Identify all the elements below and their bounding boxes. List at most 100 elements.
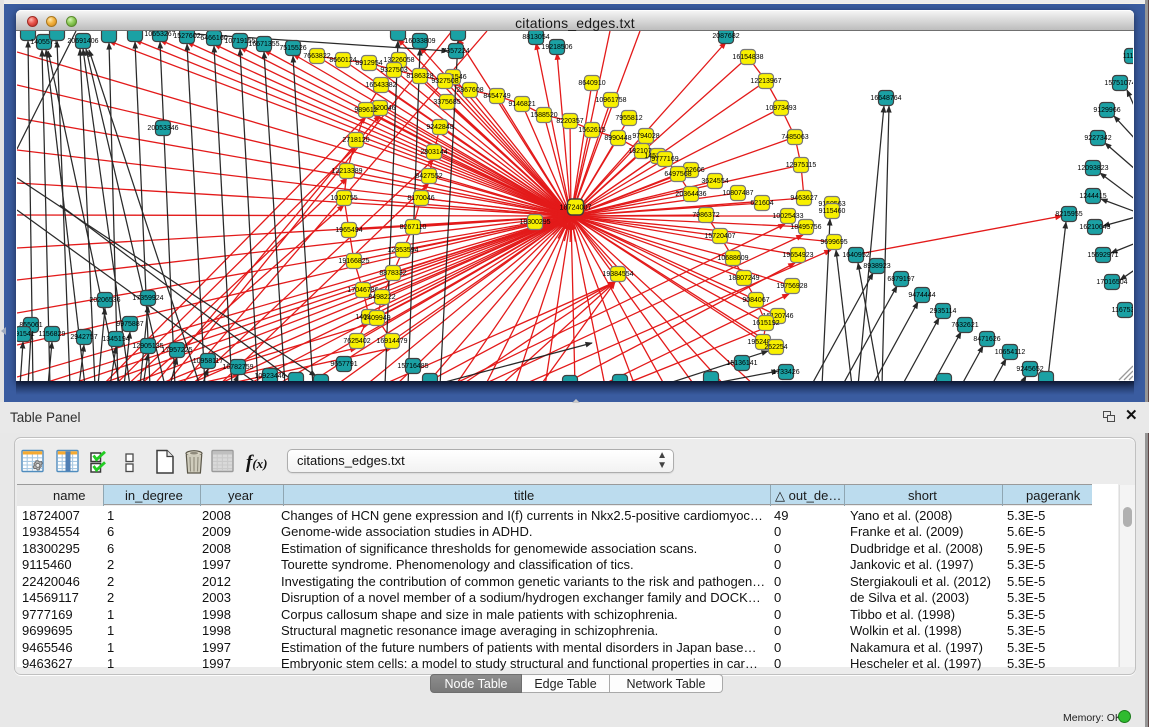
svg-text:12213967: 12213967 (750, 78, 781, 85)
svg-text:1615192: 1615192 (752, 320, 779, 327)
svg-text:621604: 621604 (750, 200, 773, 207)
svg-text:19166825: 19166825 (338, 258, 369, 265)
svg-text:8498222: 8498222 (368, 294, 395, 301)
svg-text:2867608: 2867608 (456, 87, 483, 94)
svg-text:10973493: 10973493 (765, 105, 796, 112)
svg-text:7632621: 7632621 (951, 322, 978, 329)
svg-text:7485063: 7485063 (781, 134, 808, 141)
svg-text:16782759: 16782759 (222, 364, 253, 371)
svg-text:15720407: 15720407 (704, 233, 735, 240)
svg-text:12353594: 12353594 (387, 247, 418, 254)
svg-text:10688609: 10688609 (717, 255, 748, 262)
svg-text:9474444: 9474444 (908, 292, 935, 299)
svg-text:12975115: 12975115 (786, 162, 817, 169)
svg-text:18807249: 18807249 (728, 275, 759, 282)
svg-text:9129966: 9129966 (1093, 107, 1120, 114)
svg-text:1965494: 1965494 (335, 227, 362, 234)
svg-text:1345194: 1345194 (102, 336, 129, 343)
svg-text:10654112: 10654112 (995, 349, 1026, 356)
svg-text:10025433: 10025433 (772, 213, 803, 220)
svg-text:8427552: 8427552 (415, 173, 442, 180)
svg-text:3375685: 3375685 (433, 99, 460, 106)
svg-text:7663822: 7663822 (303, 53, 330, 60)
svg-text:17359924: 17359924 (132, 295, 163, 302)
svg-text:8938923: 8938923 (863, 263, 890, 270)
svg-text:9227342: 9227342 (1084, 135, 1111, 142)
svg-text:16543382: 16543382 (365, 82, 396, 89)
svg-text:18495756: 18495756 (790, 224, 821, 231)
svg-text:1640952: 1640952 (842, 252, 869, 259)
svg-text:2803144: 2803144 (420, 149, 447, 156)
svg-text:12093823: 12093823 (1077, 165, 1108, 172)
svg-text:2942757: 2942757 (70, 334, 97, 341)
svg-text:6497568: 6497568 (664, 171, 691, 178)
svg-text:9115460: 9115460 (819, 208, 846, 215)
svg-text:19654923: 19654923 (782, 252, 813, 259)
svg-text:1562615: 1562615 (578, 127, 605, 134)
svg-text:7986372: 7986372 (692, 212, 719, 219)
svg-text:8660124: 8660124 (329, 57, 356, 64)
svg-text:9463627: 9463627 (790, 195, 817, 202)
svg-text:8170046: 8170046 (407, 195, 434, 202)
svg-text:8454749: 8454749 (483, 93, 510, 100)
svg-text:2935114: 2935114 (930, 308, 957, 315)
svg-text:17016504: 17016504 (1096, 279, 1127, 286)
svg-text:7357224: 7357224 (442, 48, 469, 55)
svg-text:10923446: 10923446 (254, 373, 285, 380)
svg-text:15751074: 15751074 (1104, 80, 1133, 87)
svg-text:15136141: 15136141 (726, 360, 757, 367)
svg-text:6879197: 6879197 (887, 276, 914, 283)
svg-text:16210643: 16210643 (1079, 224, 1110, 231)
svg-text:1156829: 1156829 (39, 331, 66, 338)
svg-text:8471626: 8471626 (973, 336, 1000, 343)
svg-text:8912954: 8912954 (355, 60, 382, 67)
svg-text:8220357: 8220357 (556, 118, 583, 125)
svg-text:1244415: 1244415 (1079, 193, 1106, 200)
svg-text:391541: 391541 (17, 331, 35, 338)
svg-text:1167537: 1167537 (1112, 307, 1133, 314)
svg-text:8215955: 8215955 (1055, 211, 1082, 218)
svg-text:10807487: 10807487 (722, 190, 753, 197)
svg-text:3624554: 3624554 (701, 178, 728, 185)
svg-text:11123: 11123 (1123, 53, 1133, 60)
svg-text:1527602: 1527602 (173, 33, 200, 40)
svg-text:15716485: 15716485 (397, 363, 428, 370)
svg-text:16914479: 16914479 (376, 338, 407, 345)
svg-text:252254: 252254 (764, 344, 787, 351)
svg-text:9146821: 9146821 (508, 101, 535, 108)
svg-text:8878332: 8878332 (379, 270, 406, 277)
svg-text:20364436: 20364436 (675, 191, 706, 198)
svg-text:20691406: 20691406 (67, 38, 98, 45)
svg-text:989612: 989612 (354, 107, 377, 114)
svg-text:9242848: 9242848 (426, 124, 453, 131)
svg-text:18724007: 18724007 (560, 202, 592, 211)
svg-text:8267110: 8267110 (400, 224, 427, 231)
svg-text:9327503: 9327503 (380, 67, 407, 74)
svg-text:15692971: 15692971 (1087, 252, 1118, 259)
svg-text:8813054: 8813054 (522, 34, 549, 41)
svg-text:9699695: 9699695 (820, 239, 847, 246)
svg-text:9084067: 9084067 (742, 297, 769, 304)
svg-text:8990448: 8990448 (604, 135, 631, 142)
svg-text:17957225: 17957225 (161, 347, 192, 354)
svg-text:2718120: 2718120 (342, 137, 369, 144)
svg-text:10958117: 10958117 (193, 358, 224, 365)
svg-text:19218506: 19218506 (541, 44, 572, 51)
svg-text:16033809: 16033809 (404, 38, 435, 45)
svg-text:10961758: 10961758 (595, 97, 626, 104)
svg-text:16154838: 16154838 (732, 54, 763, 61)
svg-text:8186328: 8186328 (406, 73, 433, 80)
svg-text:9975887: 9975887 (116, 321, 143, 328)
svg-text:16648764: 16648764 (870, 95, 901, 102)
svg-text:19384554: 19384554 (602, 271, 633, 278)
svg-text:20053346: 20053346 (147, 125, 178, 132)
svg-text:1409949: 1409949 (363, 315, 390, 322)
svg-text:12905135: 12905135 (132, 343, 163, 350)
svg-text:7625402: 7625402 (343, 338, 370, 345)
svg-text:19756928: 19756928 (776, 283, 807, 290)
svg-text:7515526: 7515526 (279, 45, 306, 52)
svg-text:2087682: 2087682 (712, 33, 739, 40)
svg-text:7955812: 7955812 (615, 115, 642, 122)
svg-text:1733426: 1733426 (772, 369, 799, 376)
svg-text:20206536: 20206536 (89, 297, 120, 304)
